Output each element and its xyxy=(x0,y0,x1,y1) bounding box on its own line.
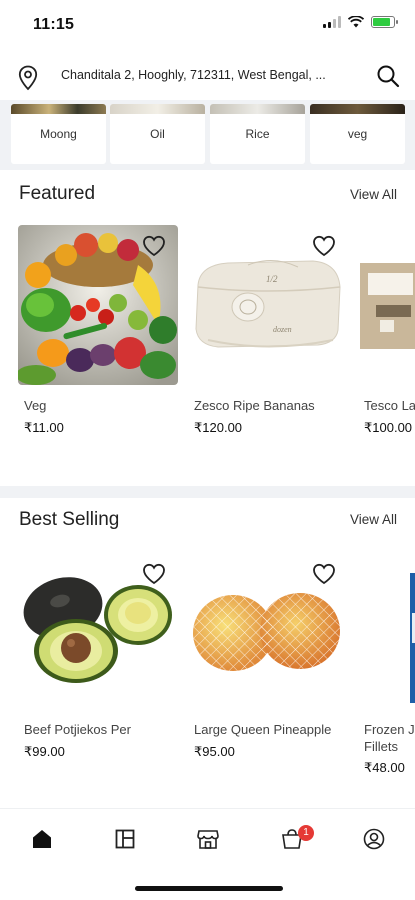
battery-icon xyxy=(371,16,398,28)
category-card[interactable]: Rice xyxy=(210,104,305,164)
best-selling-view-all-link[interactable]: View All xyxy=(350,512,397,527)
nav-categories[interactable] xyxy=(113,827,137,851)
category-image xyxy=(310,104,405,114)
product-price: ₹120.00 xyxy=(194,420,243,435)
product-image xyxy=(18,553,178,713)
category-card[interactable]: Moong xyxy=(11,104,106,164)
heart-icon[interactable] xyxy=(312,563,336,585)
product-name: Veg xyxy=(24,398,47,413)
product-card[interactable]: Tesco La ₹100.00 xyxy=(358,225,415,440)
svg-text:1/2: 1/2 xyxy=(266,274,278,284)
svg-text:dozen: dozen xyxy=(273,325,292,334)
heart-icon[interactable] xyxy=(142,563,166,585)
category-image xyxy=(210,104,305,114)
featured-view-all-link[interactable]: View All xyxy=(350,187,397,202)
product-card[interactable]: Veg ₹11.00 xyxy=(18,225,178,440)
nav-profile[interactable] xyxy=(362,827,386,851)
product-price: ₹100.00 xyxy=(364,420,413,435)
category-label: Oil xyxy=(150,127,165,141)
product-price: ₹95.00 xyxy=(194,744,235,759)
section-divider xyxy=(0,486,415,498)
category-strip: Moong Oil Rice veg xyxy=(0,100,415,170)
categories-icon xyxy=(115,829,135,849)
product-price: ₹11.00 xyxy=(24,420,64,435)
home-indicator xyxy=(135,886,283,891)
home-icon xyxy=(33,830,51,848)
store-icon xyxy=(197,830,219,849)
product-image: 1/2 dozen xyxy=(188,225,348,385)
product-image xyxy=(358,553,415,713)
category-label: Rice xyxy=(245,127,270,141)
frozen-pack-image xyxy=(358,553,415,713)
best-selling-title: Best Selling xyxy=(19,509,120,530)
product-name: Tesco La xyxy=(364,398,415,413)
status-icons xyxy=(323,16,398,28)
product-name-line2: Fillets xyxy=(364,739,398,754)
heart-icon[interactable] xyxy=(312,235,336,257)
category-card[interactable]: Oil xyxy=(110,104,205,164)
nav-store[interactable] xyxy=(196,827,220,851)
nav-cart[interactable]: 1 xyxy=(280,825,314,851)
location-pin-icon xyxy=(18,65,38,91)
category-label: veg xyxy=(347,127,368,141)
product-box-image xyxy=(358,225,415,385)
product-price: ₹99.00 xyxy=(24,744,65,759)
product-card[interactable]: 1/2 dozen Zesco Ripe Bananas ₹120.00 xyxy=(188,225,348,440)
category-image xyxy=(110,104,205,114)
status-bar: 11:15 xyxy=(0,0,415,50)
product-image xyxy=(188,553,348,713)
product-card[interactable]: Frozen J Fillets ₹48.00 xyxy=(358,553,415,783)
location-bar[interactable]: Chanditala 2, Hooghly, 712311, West Beng… xyxy=(0,56,415,98)
product-card[interactable]: Beef Potjiekos Per ₹99.00 xyxy=(18,553,178,783)
product-image xyxy=(358,225,415,385)
profile-icon xyxy=(363,828,385,850)
category-image xyxy=(11,104,106,114)
heart-icon[interactable] xyxy=(142,235,166,257)
product-name: Large Queen Pineapple xyxy=(194,722,332,737)
featured-title: Featured xyxy=(19,183,96,204)
location-address[interactable]: Chanditala 2, Hooghly, 712311, West Beng… xyxy=(61,68,353,82)
product-name: Beef Potjiekos Per xyxy=(24,722,131,737)
product-name: Frozen J xyxy=(364,722,415,737)
nav-home[interactable] xyxy=(30,827,54,851)
product-price: ₹48.00 xyxy=(364,760,405,775)
status-time: 11:15 xyxy=(33,16,75,33)
signal-icon xyxy=(323,16,341,28)
product-image xyxy=(18,225,178,385)
search-icon[interactable] xyxy=(376,64,400,88)
product-card[interactable]: Large Queen Pineapple ₹95.00 xyxy=(188,553,348,783)
category-label: Moong xyxy=(40,127,77,141)
cart-count-badge: 1 xyxy=(298,825,314,841)
wifi-icon xyxy=(348,16,364,28)
category-card[interactable]: veg xyxy=(310,104,405,164)
product-name: Zesco Ripe Bananas xyxy=(194,398,315,413)
